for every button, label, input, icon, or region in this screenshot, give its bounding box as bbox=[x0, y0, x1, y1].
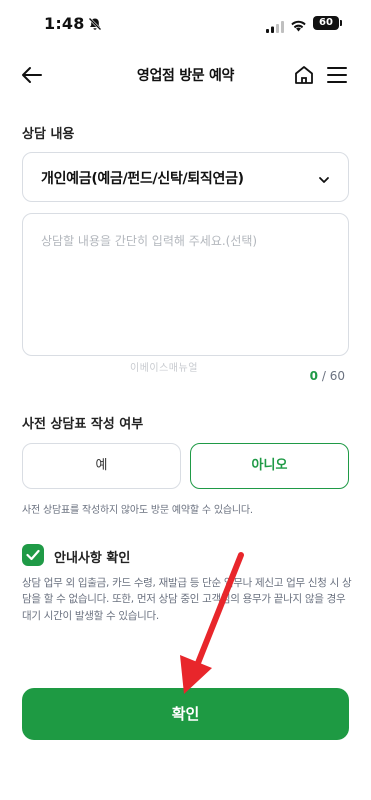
wifi-icon bbox=[290, 17, 307, 36]
pre-form-yes-button[interactable]: 예 bbox=[22, 443, 181, 489]
notice-checkbox[interactable] bbox=[22, 544, 44, 566]
bell-off-icon bbox=[88, 16, 102, 35]
consult-type-select[interactable]: 개인예금(예금/펀드/신탁/퇴직연금) bbox=[22, 152, 349, 202]
signal-icon bbox=[266, 18, 284, 37]
check-icon bbox=[26, 549, 40, 561]
pre-form-section-label: 사전 상담표 작성 여부 bbox=[22, 417, 144, 432]
app-header: 영업점 방문 예약 bbox=[0, 52, 371, 98]
char-counter: 0 / 60 bbox=[310, 369, 345, 383]
battery-icon: 60 bbox=[313, 16, 342, 30]
watermark: 이베이스매뉴얼 bbox=[130, 363, 198, 374]
char-max: / 60 bbox=[321, 369, 345, 383]
page-title: 영업점 방문 예약 bbox=[136, 68, 235, 84]
pre-form-helper-text: 사전 상담표를 작성하지 않아도 방문 예약할 수 있습니다. bbox=[22, 505, 253, 516]
annotation-arrow bbox=[180, 552, 244, 694]
char-count: 0 bbox=[309, 369, 319, 383]
menu-icon[interactable] bbox=[326, 65, 348, 85]
home-icon[interactable] bbox=[293, 64, 315, 86]
notice-checkbox-label: 안내사항 확인 bbox=[54, 551, 131, 566]
status-time: 1:48 bbox=[44, 14, 85, 33]
consult-memo-input[interactable] bbox=[22, 213, 349, 356]
notice-text: 상담 업무 외 입출금, 카드 수령, 재발급 등 단순 업무나 제신고 업무 … bbox=[22, 577, 352, 622]
consult-type-value: 개인예금(예금/펀드/신탁/퇴직연금) bbox=[41, 171, 244, 187]
chevron-down-icon bbox=[318, 171, 330, 190]
pre-form-no-button[interactable]: 아니오 bbox=[190, 443, 349, 489]
confirm-button[interactable]: 확인 bbox=[22, 688, 349, 740]
status-bar: 1:48 60 bbox=[0, 0, 371, 48]
consult-section-label: 상담 내용 bbox=[22, 127, 75, 142]
